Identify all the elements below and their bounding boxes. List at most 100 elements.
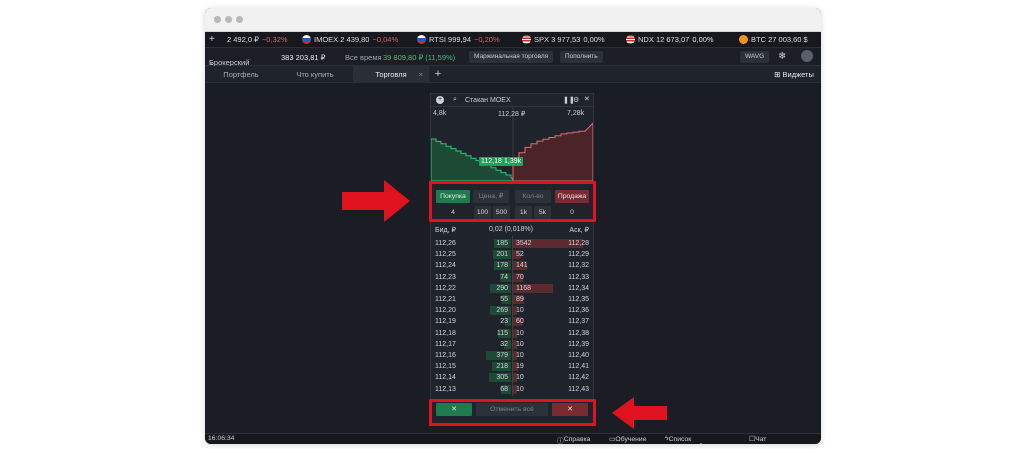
tab-bar: Портфель Что купить Торговля × + ⊞ Видже…: [205, 66, 821, 83]
ticker-item[interactable]: 2 492,0 ₽ −0,32%: [227, 35, 288, 44]
ask-price[interactable]: 112,42: [568, 372, 589, 383]
add-tab-icon[interactable]: +: [431, 66, 445, 83]
tab-trading[interactable]: Торговля ×: [353, 66, 429, 83]
bid-quantity: 68: [500, 385, 508, 393]
bid-quantity: 269: [496, 307, 508, 315]
ask-quantity: 1168: [516, 284, 532, 292]
ask-price[interactable]: 112,35: [568, 294, 589, 305]
wavg-tag[interactable]: WAVG: [740, 51, 770, 63]
ask-price[interactable]: 112,28: [568, 238, 589, 249]
book-divider: [512, 236, 513, 396]
ask-quantity: 10: [516, 374, 524, 382]
bid-price[interactable]: 112,15: [435, 361, 456, 372]
account-balance: 383 203,81 ₽: [281, 53, 326, 62]
ask-price[interactable]: 112,37: [568, 316, 589, 327]
tab-portfolio[interactable]: Портфель: [205, 66, 277, 83]
learning-link[interactable]: ▭ Обучение: [609, 435, 647, 443]
window-dot-icon[interactable]: [236, 16, 243, 23]
search-icon[interactable]: ⌕: [453, 96, 457, 104]
ticker-bar: + 2 492,0 ₽ −0,32% IMOEX 2 439,80 −0,04% R…: [205, 32, 821, 48]
ask-price[interactable]: 112,39: [568, 339, 589, 350]
bid-quantity: 379: [496, 352, 508, 359]
ticker-item[interactable]: IMOEX 2 439,80 −0,04%: [302, 35, 398, 44]
account-bar: Брокерский счёт ⌄ 383 203,81 ₽ Все время…: [205, 48, 821, 76]
bid-price[interactable]: 112,25: [435, 249, 456, 260]
ticker-item[interactable]: NDX 12 673,07 0,00%: [626, 35, 714, 44]
help-link[interactable]: ⓘ Справка: [557, 435, 590, 444]
ask-price[interactable]: 112,36: [568, 305, 589, 316]
ticker-item[interactable]: BTC 27 003,60 $: [739, 35, 808, 44]
bid-price[interactable]: 112,20: [435, 305, 456, 316]
bid-price[interactable]: 112,21: [435, 294, 456, 305]
avatar[interactable]: [801, 50, 813, 62]
bid-price[interactable]: 112,22: [435, 283, 456, 294]
add-ticker-button[interactable]: +: [209, 34, 215, 45]
tab-what-to-buy[interactable]: Что купить: [277, 66, 353, 83]
bid-quantity: 178: [496, 262, 508, 270]
ask-quantity: 60: [516, 318, 524, 326]
close-tab-icon[interactable]: ×: [419, 66, 423, 83]
close-icon[interactable]: ✕: [584, 95, 590, 103]
ask-price[interactable]: 112,32: [568, 260, 589, 271]
mid-price-label: 112,28 ₽: [498, 111, 526, 118]
bid-price[interactable]: 112,23: [435, 272, 456, 283]
widget-header: + ⌕ Стакан MOEX ❚❚ ⚙ ✕: [431, 94, 593, 107]
ticker-item[interactable]: SPX 3 977,53 0,00%: [522, 35, 605, 44]
add-icon[interactable]: +: [436, 96, 444, 104]
topup-button[interactable]: Пополнить: [560, 51, 603, 63]
bid-price[interactable]: 112,16: [435, 350, 456, 361]
clock: 16:06:34: [208, 435, 235, 442]
bid-quantity: 23: [500, 318, 508, 326]
bid-price[interactable]: 112,18: [435, 328, 456, 339]
spread-label: 0,02 (0,018%): [489, 226, 533, 233]
ask-quantity: 141: [516, 262, 528, 270]
browser-titlebar: [205, 8, 821, 32]
bid-quantity: 185: [496, 240, 508, 247]
bid-price[interactable]: 112,17: [435, 339, 456, 350]
widget-title[interactable]: Стакан MOEX: [465, 97, 511, 104]
bid-volume-label: 4,8k: [433, 110, 447, 117]
bid-quantity: 218: [496, 363, 508, 371]
ask-price[interactable]: 112,38: [568, 328, 589, 339]
ask-price[interactable]: 112,33: [568, 272, 589, 283]
arrow-right-icon: [342, 180, 410, 222]
support-chat-link[interactable]: ☐ Чат поддержки: [749, 435, 789, 444]
order-book: Бид, ₽ 0,02 (0,018%) Аск, ₽ 112,26 185 354…: [431, 224, 593, 396]
alltime-label: Все время: [345, 53, 382, 62]
ask-quantity: 70: [516, 273, 524, 281]
snowflake-icon[interactable]: ❄: [778, 51, 786, 62]
window-dot-icon[interactable]: [225, 16, 232, 23]
bid-price[interactable]: 112,13: [435, 384, 456, 395]
ticker-item[interactable]: RTSI 999,94 −0,20%: [417, 35, 500, 44]
arrow-left-icon: [612, 397, 667, 429]
ask-quantity: 10: [516, 329, 524, 337]
bid-price[interactable]: 112,24: [435, 260, 456, 271]
ask-quantity: 10: [516, 352, 524, 359]
ask-price[interactable]: 112,40: [568, 350, 589, 361]
bid-quantity: 305: [496, 374, 508, 382]
bid-quantity: 115: [496, 329, 508, 337]
gear-icon[interactable]: ⚙: [573, 96, 579, 104]
bid-price[interactable]: 112,14: [435, 372, 456, 383]
ask-price[interactable]: 112,41: [568, 361, 589, 372]
status-bar: 16:06:34 ⓘ Справка ▭ Обучение ϟ Список и…: [205, 433, 821, 444]
bid-price[interactable]: 112,19: [435, 316, 456, 327]
tooltip-volume: 1,39k: [502, 157, 524, 166]
margin-trading-button[interactable]: Маржинальная торговля: [469, 51, 554, 63]
ask-quantity: 10: [516, 307, 524, 315]
usa-flag-icon: [522, 35, 531, 44]
bid-quantity: 32: [500, 340, 508, 348]
usa-flag-icon: [626, 35, 635, 44]
ask-header: Аск, ₽: [569, 227, 589, 234]
ask-price[interactable]: 112,29: [568, 249, 589, 260]
ask-price[interactable]: 112,43: [568, 384, 589, 395]
ask-quantity: 52: [516, 251, 524, 259]
changelog-link[interactable]: ϟ Список изменений: [665, 435, 703, 444]
ask-price[interactable]: 112,34: [568, 283, 589, 294]
widgets-button[interactable]: ⊞ Виджеты: [771, 66, 817, 83]
ask-quantity: 19: [516, 363, 524, 371]
window-dot-icon[interactable]: [214, 16, 221, 23]
bid-quantity: 201: [496, 251, 508, 259]
bid-price[interactable]: 112,26: [435, 238, 456, 249]
bitcoin-icon: [739, 35, 748, 44]
